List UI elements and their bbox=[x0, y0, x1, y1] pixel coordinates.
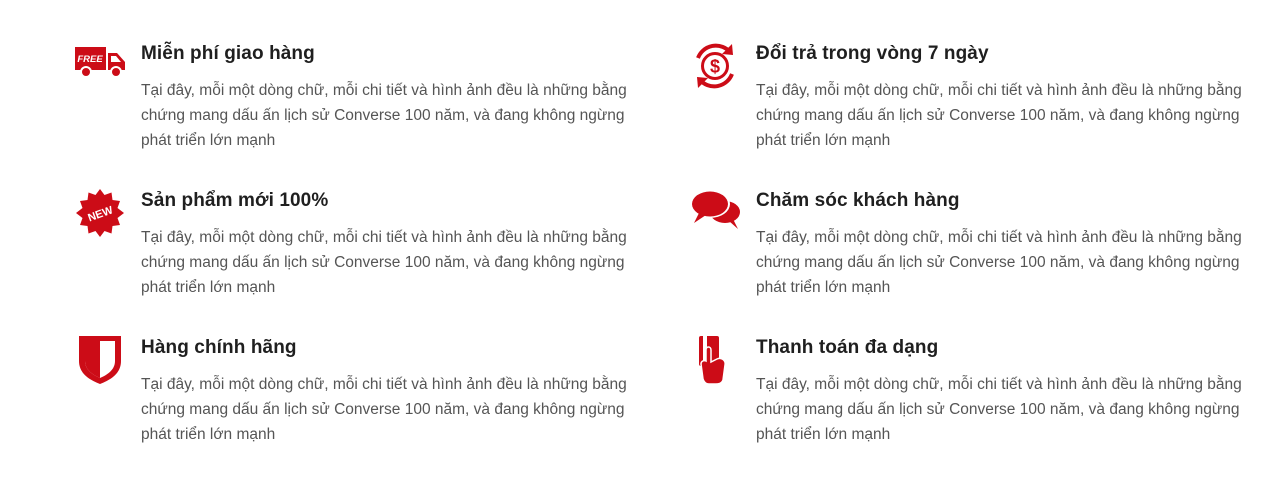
feature-title: Miễn phí giao hàng bbox=[141, 43, 315, 64]
feature-payment-options: Thanh toán đa dạng Tại đây, mỗi một dòng… bbox=[689, 334, 1269, 481]
feature-title: Chăm sóc khách hàng bbox=[756, 190, 960, 211]
feature-new-product: NEW Sản phẩm mới 100% Tại đây, mỗi một d… bbox=[74, 187, 689, 334]
feature-title: Đổi trả trong vòng 7 ngày bbox=[756, 43, 989, 64]
feature-genuine-products: Hàng chính hãng Tại đây, mỗi một dòng ch… bbox=[74, 334, 689, 481]
feature-title: Thanh toán đa dạng bbox=[756, 337, 939, 358]
feature-return-policy: $ Đổi trả trong vòng 7 ngày Tại đây, mỗi… bbox=[689, 40, 1269, 187]
feature-description: Tại đây, mỗi một dòng chữ, mỗi chi tiết … bbox=[756, 229, 1242, 296]
feature-title: Hàng chính hãng bbox=[141, 337, 297, 358]
feature-description: Tại đây, mỗi một dòng chữ, mỗi chi tiết … bbox=[756, 82, 1242, 149]
feature-description: Tại đây, mỗi một dòng chữ, mỗi chi tiết … bbox=[141, 82, 627, 149]
features-grid: FREE Miễn phí giao hàng Tại đây, mỗi một… bbox=[74, 40, 1274, 481]
shield-icon bbox=[74, 334, 126, 386]
svg-text:$: $ bbox=[710, 57, 720, 77]
feature-description: Tại đây, mỗi một dòng chữ, mỗi chi tiết … bbox=[756, 376, 1242, 443]
chat-bubbles-icon bbox=[689, 187, 741, 239]
feature-free-delivery: FREE Miễn phí giao hàng Tại đây, mỗi một… bbox=[74, 40, 689, 187]
free-delivery-truck-icon: FREE bbox=[74, 40, 126, 92]
new-badge-icon: NEW bbox=[74, 187, 126, 239]
feature-customer-care: Chăm sóc khách hàng Tại đây, mỗi một dòn… bbox=[689, 187, 1269, 334]
free-delivery-icon-label: FREE bbox=[77, 54, 103, 65]
feature-title: Sản phẩm mới 100% bbox=[141, 190, 329, 211]
card-payment-icon bbox=[689, 334, 741, 386]
feature-description: Tại đây, mỗi một dòng chữ, mỗi chi tiết … bbox=[141, 229, 627, 296]
money-return-icon: $ bbox=[689, 40, 741, 92]
feature-description: Tại đây, mỗi một dòng chữ, mỗi chi tiết … bbox=[141, 376, 627, 443]
